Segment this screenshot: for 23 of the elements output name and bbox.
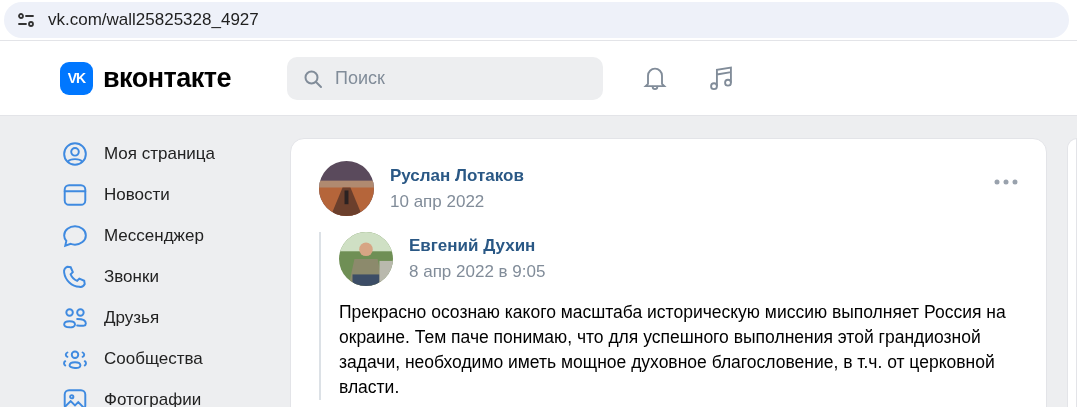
sidebar-item[interactable]: Друзья [62,297,290,338]
photo-icon [62,386,88,407]
sidebar-item[interactable]: Звонки [62,256,290,297]
post-text: Прекрасно осознаю какого масштаба историческую миссию выполняет Россия на окраине. Тем паче понимаю, что для успешного выполнения этой грандиозной задачи, необходимо иметь мощное духовное благословение, в т.ч. от церковной власти. [339,301,1007,399]
sidebar-item[interactable]: Моя страница [62,133,290,174]
chat-bubble-icon [62,222,88,249]
url-text[interactable]: vk.com/wall25825328_4927 [48,10,259,30]
site-settings-icon[interactable] [16,10,36,30]
music-note-icon[interactable] [707,64,735,92]
author-name[interactable]: Евгений Духин [409,236,1018,256]
sidebar-item[interactable]: Новости [62,174,290,215]
author-name[interactable]: Руслан Лотаков [390,165,978,186]
phone-icon [62,263,88,290]
logo-text[interactable]: вконтакте [103,62,232,94]
sidebar-item[interactable]: Мессенджер [62,215,290,256]
news-icon [62,181,88,208]
logo-mark[interactable]: VK [60,61,93,95]
more-icon[interactable] [994,179,1018,185]
post-date[interactable]: 10 апр 2022 [390,191,978,212]
profile-icon [62,140,88,167]
sidebar-item[interactable]: Сообщества [62,338,290,379]
search-icon [303,68,323,89]
search-field[interactable]: Поиск [287,56,603,100]
